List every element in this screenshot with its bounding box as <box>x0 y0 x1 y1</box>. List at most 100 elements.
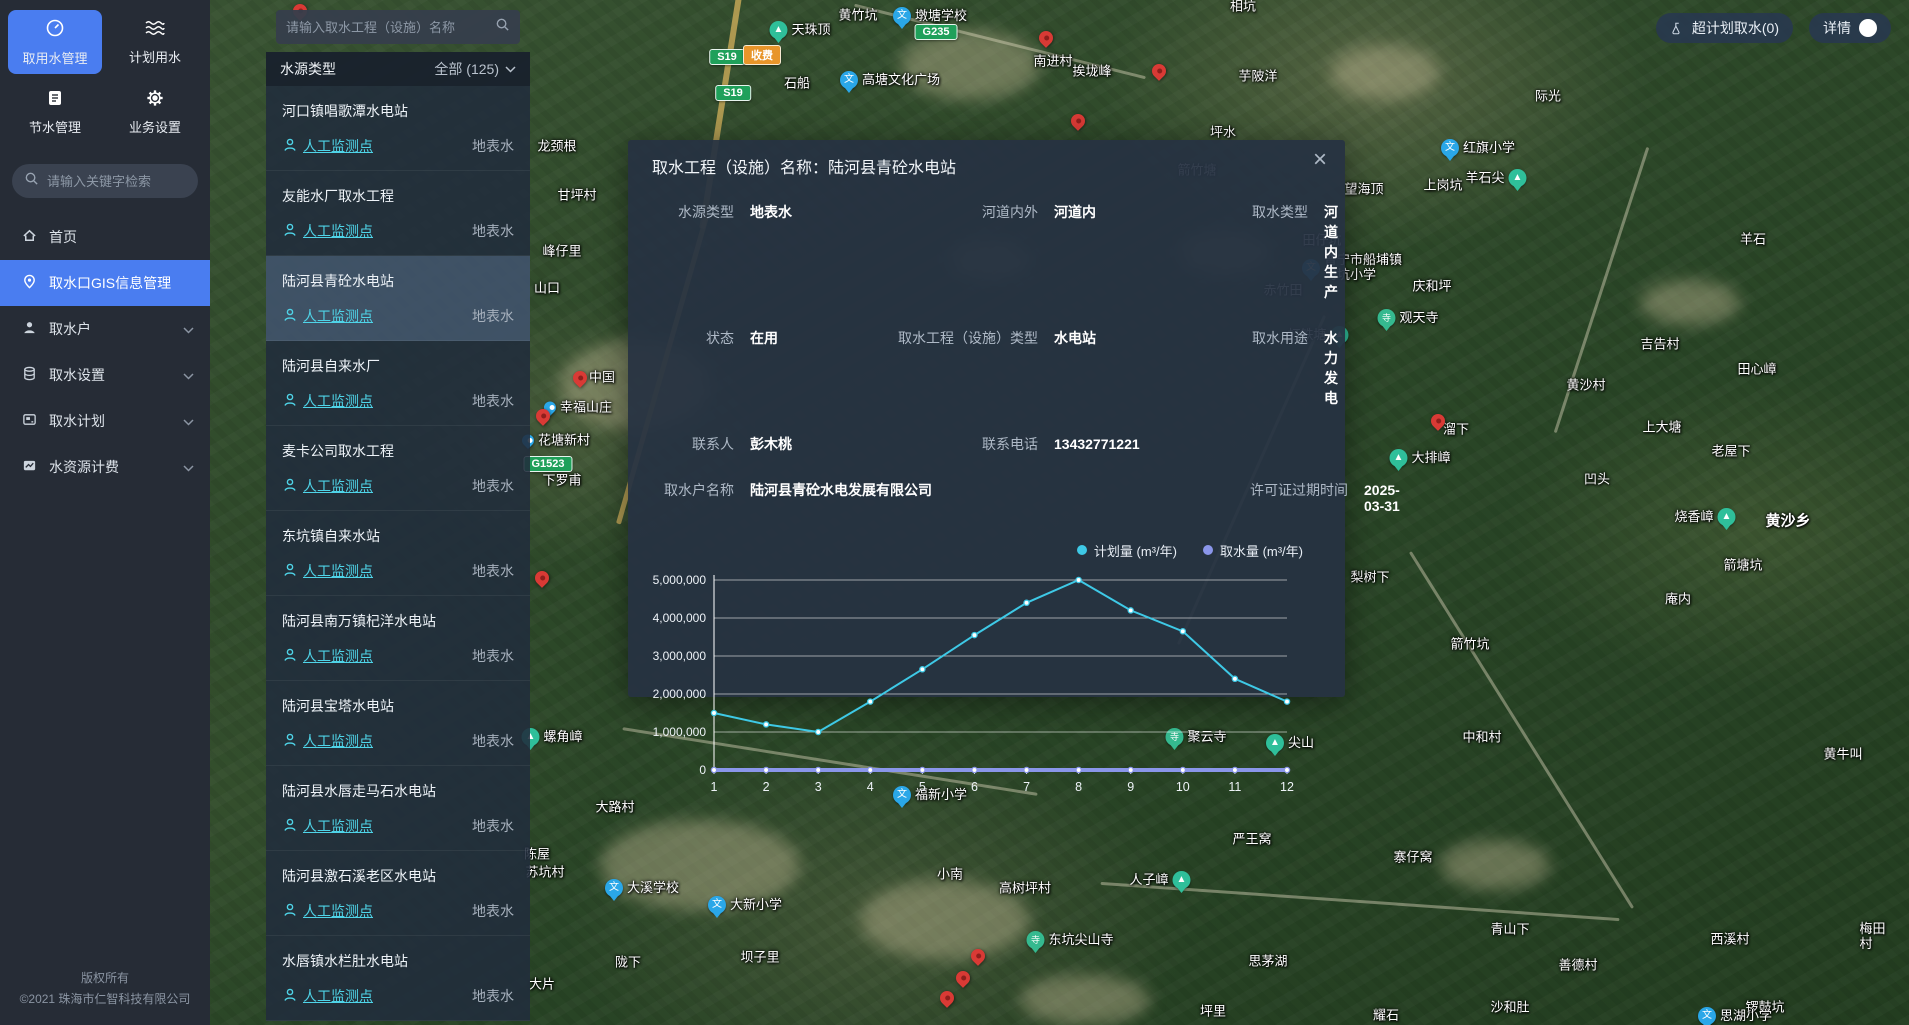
station-list-item[interactable]: 陆河县宝塔水电站 人工监测点 地表水 <box>266 681 530 766</box>
sidebar-item[interactable]: 取水户 <box>0 306 210 352</box>
map-label-text: 观天寺 <box>1399 311 1438 326</box>
map-label-text: 羊石尖 <box>1465 171 1504 186</box>
legend-item[interactable]: 取水量 (m³/年) <box>1203 541 1303 560</box>
detail-field: 取水用途 水力发电 <box>1198 328 1338 408</box>
map-terrain-patch <box>900 30 1040 100</box>
search-icon[interactable] <box>495 17 510 37</box>
sidebar-item[interactable]: 首页 <box>0 214 210 260</box>
map-label: 溜下 <box>1443 423 1469 438</box>
station-list-item[interactable]: 水唇镇水栏肚水电站 人工监测点 地表水 <box>266 936 530 1021</box>
map-label-text: 思湖小学 <box>1720 1009 1772 1024</box>
station-list-item[interactable]: 陆河县水唇走马石水电站 人工监测点 地表水 <box>266 766 530 851</box>
chevron-down-icon <box>183 321 194 337</box>
map-label-text: 挨垅峰 <box>1072 65 1111 80</box>
map-label: ▲螺角嶂 <box>521 728 582 746</box>
person-icon <box>282 902 298 921</box>
station-list-item[interactable]: 麦卡公司取水工程 人工监测点 地表水 <box>266 426 530 511</box>
map-label: 严王窝 <box>1232 833 1271 848</box>
station-list-item[interactable]: 河口镇唱歌潭水电站 人工监测点 地表水 <box>266 86 530 171</box>
map-label-text: 吉告村 <box>1640 338 1679 353</box>
map-label-text: 幸福山庄 <box>560 401 612 416</box>
sidebar-item[interactable]: 取水设置 <box>0 352 210 398</box>
station-list-item[interactable]: 陆河县激石溪老区水电站 人工监测点 地表水 <box>266 851 530 936</box>
monitor-type-link[interactable]: 人工监测点 <box>282 221 373 241</box>
station-list-item[interactable]: 陆河县南万镇杞洋水电站 人工监测点 地表水 <box>266 596 530 681</box>
map-label-text: 坪水 <box>1210 126 1236 141</box>
legend-label: 取水量 (m³/年) <box>1220 541 1303 560</box>
person-icon <box>282 222 298 241</box>
map-terrain-patch <box>1440 840 1550 890</box>
close-icon[interactable]: × <box>1313 148 1327 172</box>
map-label-text: 大片 <box>529 978 555 993</box>
chevron-down-icon <box>183 367 194 383</box>
field-label: 水源类型 <box>638 202 734 222</box>
station-list-item[interactable]: 东坑镇自来水站 人工监测点 地表水 <box>266 511 530 596</box>
monitor-type-link[interactable]: 人工监测点 <box>282 816 373 836</box>
map-label-text: 田心嶂 <box>1737 363 1776 378</box>
map-label: 黄竹坑 <box>838 9 877 24</box>
map-label-text: 黄沙乡 <box>1765 512 1810 529</box>
sidebar-search[interactable] <box>12 164 198 198</box>
water-source-type: 地表水 <box>472 901 514 921</box>
person-icon <box>282 647 298 666</box>
sidebar-item[interactable]: 取水口GIS信息管理 <box>0 260 210 306</box>
monitor-type-link[interactable]: 人工监测点 <box>282 986 373 1006</box>
map-label-text: 善德村 <box>1558 959 1597 974</box>
map-label: 望海顶 <box>1344 183 1383 198</box>
module-label: 取用水管理 <box>22 48 87 67</box>
filter-dropdown[interactable]: 全部 (125) <box>434 59 516 79</box>
over-plan-label: 超计划取水(0) <box>1692 18 1779 38</box>
temple-icon: 寺 <box>1377 309 1395 327</box>
monitor-type-link[interactable]: 人工监测点 <box>282 306 373 326</box>
module-4[interactable]: 业务设置 <box>108 80 202 144</box>
station-search-input[interactable] <box>286 20 487 35</box>
svg-text:5: 5 <box>919 780 926 794</box>
station-list-item[interactable]: 陆河县自来水厂 人工监测点 地表水 <box>266 341 530 426</box>
sidebar-search-input[interactable] <box>47 174 186 189</box>
detail-fields: 水源类型 地表水河道内外 河道内取水类型 河道内生产状态 在用取水工程（设施）类… <box>628 188 1345 514</box>
monitor-type-link[interactable]: 人工监测点 <box>282 391 373 411</box>
map-label-text: 箭塘坑 <box>1723 559 1762 574</box>
field-value: 水力发电 <box>1324 328 1338 408</box>
station-list-item[interactable]: 陆河县青砼水电站 人工监测点 地表水 <box>266 256 530 341</box>
field-value: 13432771221 <box>1054 436 1140 452</box>
sidebar-item[interactable]: 取水计划 <box>0 398 210 444</box>
map-label: 沙和肚 <box>1490 1001 1529 1016</box>
field-value: 彭木桃 <box>750 434 792 454</box>
map-label: 黄牛叫 <box>1823 748 1862 763</box>
detail-toggle[interactable]: 详情 <box>1809 13 1891 43</box>
map-label-text: 沙和肚 <box>1490 1001 1529 1016</box>
map-label-text: 黄沙村 <box>1566 379 1605 394</box>
map-label: 羊石尖▲ <box>1465 169 1526 187</box>
monitor-type-link[interactable]: 人工监测点 <box>282 901 373 921</box>
module-1[interactable]: 取用水管理 <box>8 10 102 74</box>
map-label-text: 庵内 <box>1665 593 1691 608</box>
water-source-type: 地表水 <box>472 646 514 666</box>
station-search[interactable] <box>276 10 520 44</box>
station-list-item[interactable]: 友能水厂取水工程 人工监测点 地表水 <box>266 171 530 256</box>
field-value: 河道内生产 <box>1324 202 1338 302</box>
monitor-type-link[interactable]: 人工监测点 <box>282 646 373 666</box>
legend-dot-icon <box>1077 545 1087 555</box>
monitor-type-link[interactable]: 人工监测点 <box>282 136 373 156</box>
over-plan-button[interactable]: 超计划取水(0) <box>1656 13 1793 43</box>
sidebar-item[interactable]: 水资源计费 <box>0 444 210 490</box>
monitor-type-link[interactable]: 人工监测点 <box>282 476 373 496</box>
map-label: 坝子里 <box>740 951 779 966</box>
map-label-text: 墩塘学校 <box>915 9 967 24</box>
map-controls: 超计划取水(0) 详情 <box>1656 13 1891 43</box>
road-badge: 收费 <box>743 45 781 65</box>
svg-text:11: 11 <box>1228 780 1241 794</box>
monitor-type-link[interactable]: 人工监测点 <box>282 731 373 751</box>
map-label-text: 溜下 <box>1443 423 1469 438</box>
map-label: 耀石 <box>1373 1009 1399 1024</box>
module-2[interactable]: 计划用水 <box>108 10 202 74</box>
map-label: ▲天珠顶 <box>769 21 830 39</box>
water-source-type: 地表水 <box>472 731 514 751</box>
legend-item[interactable]: 计划量 (m³/年) <box>1077 541 1177 560</box>
map-label: 大路村 <box>595 801 634 816</box>
toggle-knob[interactable] <box>1859 19 1877 37</box>
monitor-type-link[interactable]: 人工监测点 <box>282 561 373 581</box>
water-source-type: 地表水 <box>472 561 514 581</box>
module-3[interactable]: 节水管理 <box>8 80 102 144</box>
